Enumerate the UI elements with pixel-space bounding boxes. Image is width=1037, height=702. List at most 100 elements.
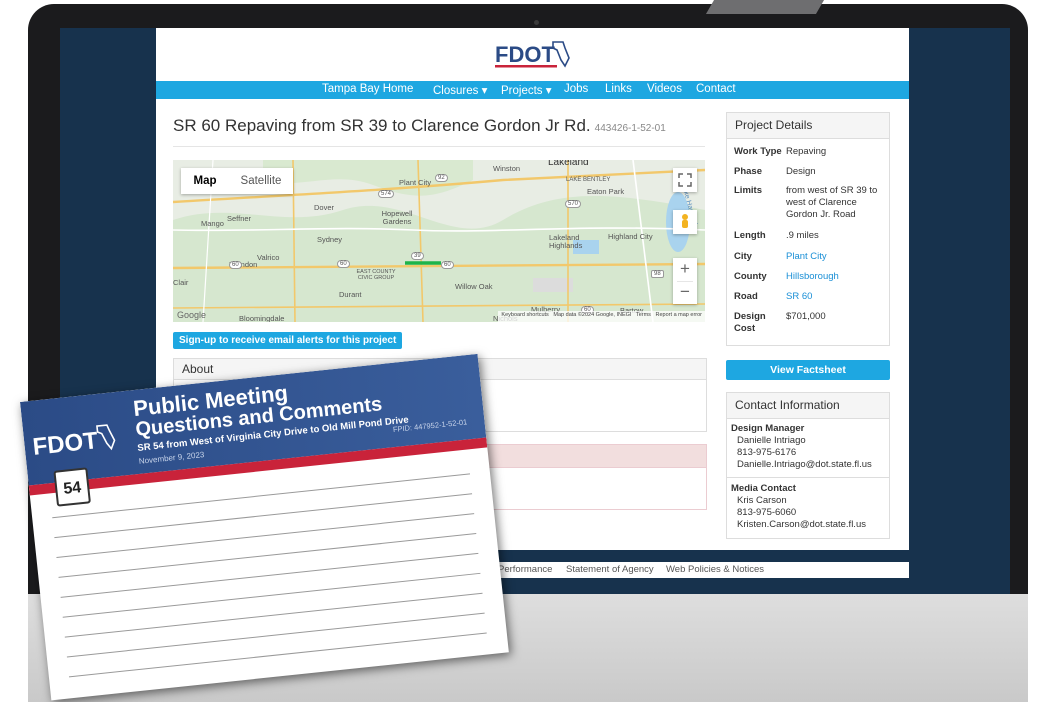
map-label: Lakeland Highlands — [549, 233, 583, 250]
map-label: EAST COUNTY CIVIC GROUP — [356, 269, 396, 281]
map-label: Plant City — [399, 178, 432, 187]
map-label: Highland City — [608, 232, 653, 241]
map-label: Willow Oak — [455, 282, 493, 291]
google-logo: Google — [177, 310, 207, 320]
project-title: SR 60 Repaving from SR 39 to Clarence Go… — [173, 116, 591, 135]
detail-value: from west of SR 39 to west of Clarence G… — [786, 185, 878, 220]
comment-line — [54, 493, 473, 539]
road-shield-39: 39 — [411, 252, 424, 260]
flyer-fdot-logo: FDOT — [31, 424, 116, 461]
map-type-toggle: Map Satellite — [181, 168, 293, 194]
media-contact-phone: 813-975-6060 — [737, 507, 797, 518]
keyboard-shortcuts-link[interactable]: Keyboard shortcuts — [501, 312, 548, 318]
detail-value: Repaving — [786, 146, 827, 157]
sr54-shield-icon: 54 — [53, 467, 91, 507]
nav-contact[interactable]: Contact — [696, 83, 736, 95]
fdot-logo[interactable]: FDOT — [493, 36, 573, 72]
contact-information-panel: Contact Information Design Manager Danie… — [726, 392, 890, 539]
map-label: Sydney — [317, 235, 343, 244]
detail-label: Design Cost — [734, 311, 766, 334]
road-shield-60: 60 — [441, 261, 454, 269]
project-map[interactable]: Winston Lakeland Plant City LAKE BENTLEY… — [173, 160, 705, 322]
map-label: Valrico — [257, 253, 280, 262]
nav-links[interactable]: Links — [605, 83, 632, 95]
design-manager-role: Design Manager — [731, 423, 805, 434]
map-label: Mango — [201, 219, 224, 228]
map-label: Winston — [493, 164, 521, 173]
comment-line — [58, 533, 477, 578]
page-title: SR 60 Repaving from SR 39 to Clarence Go… — [173, 116, 666, 136]
view-factsheet-button[interactable]: View Factsheet — [726, 360, 890, 380]
map-label: Clair — [173, 278, 189, 287]
main-nav: Tampa Bay Home Closures ▾ Projects ▾ Job… — [156, 81, 909, 99]
comment-line — [64, 592, 483, 638]
road-shield-98: 98 — [651, 270, 664, 278]
map-label: Bloomingdale — [239, 314, 285, 322]
map-label: LAKE BENTLEY — [566, 177, 611, 183]
detail-value: .9 miles — [786, 230, 819, 241]
map-view-button[interactable]: Map — [181, 168, 229, 194]
road-shield-60: 60 — [229, 261, 242, 269]
detail-label: Work Type — [734, 146, 782, 157]
media-contact-email[interactable]: Kristen.Carson@dot.state.fl.us — [737, 519, 866, 530]
detail-label: County — [734, 271, 767, 282]
logo-text: FDOT — [495, 42, 555, 67]
map-label: Eaton Park — [587, 187, 625, 196]
road-link[interactable]: SR 60 — [786, 291, 890, 303]
design-manager-name: Danielle Intriago — [737, 435, 806, 446]
fullscreen-button[interactable] — [673, 168, 697, 192]
flyer-logo-text: FDOT — [31, 427, 99, 461]
shield-number: 54 — [62, 479, 83, 498]
project-fpid: 443426-1-52-01 — [594, 123, 666, 134]
media-contact-role: Media Contact — [731, 483, 796, 494]
zoom-in-button[interactable]: + — [673, 258, 697, 281]
map-label: Dover — [314, 203, 335, 212]
map-label: Seffner — [227, 214, 252, 223]
email-signup-button[interactable]: Sign-up to receive email alerts for this… — [173, 332, 403, 349]
fullscreen-icon — [678, 173, 692, 187]
title-divider — [173, 146, 705, 147]
detail-label: City — [734, 251, 752, 262]
road-shield-574: 574 — [378, 190, 395, 198]
zoom-out-button[interactable]: − — [673, 281, 697, 304]
map-data-credit: Map data ©2024 Google, INEGI — [553, 312, 632, 318]
road-shield-92: 92 — [435, 174, 448, 182]
contact-heading: Contact Information — [727, 393, 889, 419]
nav-videos[interactable]: Videos — [647, 83, 682, 95]
nav-closures[interactable]: Closures ▾ — [433, 83, 487, 97]
comment-line — [60, 552, 479, 598]
comment-line — [56, 513, 475, 559]
nav-jobs[interactable]: Jobs — [564, 83, 588, 95]
city-link[interactable]: Plant City — [786, 251, 890, 263]
detail-label: Road — [734, 291, 758, 302]
pegman-icon — [682, 214, 688, 228]
nav-tampa-bay-home[interactable]: Tampa Bay Home — [322, 83, 413, 95]
design-manager-email[interactable]: Danielle.Intriago@dot.state.fl.us — [737, 459, 872, 470]
detail-label: Limits — [734, 185, 762, 196]
map-label: Lakeland — [548, 160, 589, 168]
project-details-panel: Project Details Work Type Repaving Phase… — [726, 112, 890, 346]
footer-link-performance[interactable]: Performance — [498, 564, 552, 575]
map-label: Durant — [339, 290, 362, 299]
detail-value: Design — [786, 166, 816, 177]
media-contact-name: Kris Carson — [737, 495, 787, 506]
public-meeting-flyer: FDOT Public Meeting Questions and Commen… — [20, 353, 509, 701]
footer-link-web-policies[interactable]: Web Policies & Notices — [666, 564, 764, 575]
report-map-error-link[interactable]: Report a map error — [656, 312, 702, 318]
screen-glare — [705, 0, 825, 14]
detail-label: Length — [734, 230, 766, 241]
comment-line — [66, 612, 485, 658]
satellite-view-button[interactable]: Satellite — [229, 168, 293, 194]
footer-link-statement-of-agency[interactable]: Statement of Agency — [566, 564, 654, 575]
county-link[interactable]: Hillsborough — [786, 271, 890, 283]
contact-divider — [727, 477, 889, 478]
design-manager-phone: 813-975-6176 — [737, 447, 797, 458]
nav-projects[interactable]: Projects ▾ — [501, 83, 552, 97]
webcam-dot — [534, 20, 539, 25]
terms-link[interactable]: Terms — [636, 312, 651, 318]
road-shield-60: 60 — [337, 260, 350, 268]
zoom-control: + − — [673, 258, 697, 304]
street-view-pegman[interactable] — [673, 210, 697, 234]
detail-label: Phase — [734, 166, 762, 177]
comment-line — [62, 572, 481, 618]
